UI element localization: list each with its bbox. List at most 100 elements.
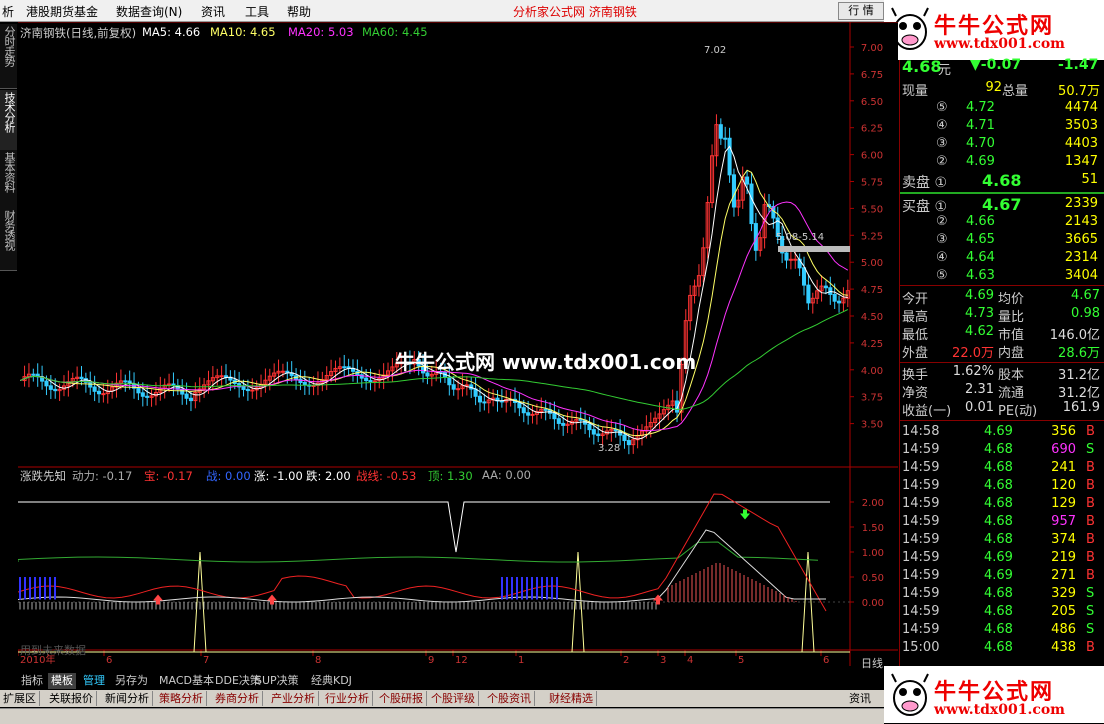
candle-body	[368, 380, 373, 383]
info-tab-9[interactable]: 个股评级	[428, 691, 479, 706]
tick-volume: 120	[1051, 478, 1076, 493]
period-label[interactable]: 日线	[861, 655, 883, 671]
price-tick-label: 7.00	[861, 43, 883, 54]
xianliang-label: 现量	[902, 84, 929, 99]
stat-row: 今开 4.69 均价 4.67	[900, 288, 1100, 307]
ma20-label: MA20: 5.03	[288, 25, 354, 39]
quote-button[interactable]: 行 情	[838, 2, 884, 20]
candle-body	[591, 429, 596, 435]
tick-time: 14:59	[902, 514, 940, 529]
info-tab-right[interactable]: 资讯工	[846, 691, 884, 720]
menu-help[interactable]: 帮助	[287, 3, 311, 20]
zongliang-label: 总量	[1002, 84, 1029, 99]
chart-canvas[interactable]: 7.00 6.75 6.50 6.25 6.00 5.75 5.50 5.25 5.00 4.75…	[18, 22, 898, 666]
order-volume: 4474	[1064, 100, 1098, 115]
stat-value: 161.9	[1062, 400, 1100, 415]
candle-body	[552, 412, 557, 420]
tab-4[interactable]: 另存为	[112, 673, 151, 689]
candle-body	[587, 423, 592, 431]
tick-side: B	[1086, 514, 1095, 529]
indicator-name: 涨跌先知	[20, 469, 66, 483]
menu-news[interactable]: 资讯	[201, 3, 225, 20]
price-tick-label: 4.00	[861, 366, 883, 377]
tab-intraday[interactable]: 分时走势	[0, 24, 17, 89]
menu-analysis[interactable]: 析	[2, 3, 14, 20]
indicator-zhan: 战: 0.00	[206, 469, 251, 483]
tick-volume: 438	[1051, 640, 1076, 655]
price-tick-label: 6.75	[861, 70, 883, 81]
candle-body	[622, 434, 627, 442]
stat-value: 4.73	[965, 306, 994, 321]
price-tick-label: 3.50	[861, 420, 883, 431]
watermark: 牛牛公式网 www.tdx001.com	[395, 350, 697, 374]
date-tick-label: 5	[738, 655, 744, 666]
stat-row: 换手 1.62% 股本 31.2亿	[900, 364, 1100, 383]
menu-data-query[interactable]: 数据查询(N)	[116, 3, 182, 20]
order-volume: 1347	[1064, 154, 1098, 169]
candle-body	[718, 124, 723, 139]
info-tab-1[interactable]: 扩展区	[0, 691, 40, 706]
main-chart[interactable]: 7.00 6.75 6.50 6.25 6.00 5.75 5.50 5.25 5.00 4.75…	[18, 22, 898, 670]
stat-value: 1.62%	[952, 364, 994, 379]
stat-label: 最低	[902, 328, 929, 343]
order-price: 4.68	[982, 171, 1022, 190]
tab-7[interactable]: SUP决策	[252, 673, 302, 689]
candle-body	[561, 422, 566, 426]
tick-price: 4.69	[984, 424, 1013, 439]
info-tab-3[interactable]: 新闻分析	[102, 691, 153, 706]
candle-body	[727, 137, 732, 176]
info-tab-8[interactable]: 个股研报	[376, 691, 427, 706]
book-separator	[900, 192, 1104, 194]
tab-3[interactable]: 管理	[80, 673, 108, 689]
candle-body	[96, 390, 102, 395]
stat-value: 28.6万	[1058, 346, 1100, 361]
tick-row: 14:59 4.68 129 B	[900, 496, 1100, 514]
tick-row: 14:59 4.68 957 B	[900, 514, 1100, 532]
tab-financials[interactable]: 财务透视	[0, 208, 17, 271]
menu-hk-futures-funds[interactable]: 港股期货基金	[26, 3, 98, 20]
tick-volume: 219	[1051, 550, 1076, 565]
stat-row: 收益(一) 0.01 PE(动) 161.9	[900, 400, 1100, 419]
menu-tools[interactable]: 工具	[245, 3, 269, 20]
info-tab-11[interactable]: 财经精选	[546, 691, 597, 706]
candle-body	[521, 407, 526, 414]
tab-2[interactable]: 模板	[48, 673, 76, 689]
candle-body	[180, 388, 185, 395]
info-tab-2[interactable]: 关联报价	[46, 691, 97, 706]
order-volume: 2143	[1064, 214, 1098, 229]
candle-body	[184, 393, 189, 399]
tab-8[interactable]: 经典KDJ	[308, 673, 355, 689]
indicator-zhanxian: 战线: -0.53	[356, 469, 417, 483]
tick-volume: 374	[1051, 532, 1076, 547]
info-tab-6[interactable]: 产业分析	[268, 691, 319, 706]
info-tab-7[interactable]: 行业分析	[322, 691, 373, 706]
stat-value: 31.2亿	[1058, 386, 1100, 401]
order-level: ②	[936, 154, 948, 169]
stock-name: 济南钢铁(日线,前复权)	[20, 26, 137, 40]
order-level: 买盘 ①	[902, 199, 948, 215]
tick-volume: 957	[1051, 514, 1076, 529]
stat-value: 4.62	[965, 324, 994, 339]
info-tab-4[interactable]: 策略分析	[156, 691, 207, 706]
stat-label: 收益(一)	[902, 404, 952, 419]
stat-value: 22.0万	[952, 346, 994, 361]
tab-technical[interactable]: 技术分析	[0, 90, 17, 155]
info-tab-10[interactable]: 个股资讯	[484, 691, 535, 706]
candle-body	[92, 386, 97, 392]
price-tick-label: 6.00	[861, 151, 883, 162]
current-price: 4.68	[902, 57, 942, 76]
candle-body	[44, 380, 49, 387]
order-price: 4.71	[966, 118, 995, 133]
tab-fundamentals[interactable]: 基本资料	[0, 150, 17, 213]
price-tick-label: 3.75	[861, 393, 883, 404]
tab-5[interactable]: MACD基本	[156, 673, 217, 689]
tick-side: B	[1086, 424, 1095, 439]
candle-body	[788, 258, 793, 261]
order-price: 4.67	[982, 195, 1022, 214]
tick-row: 14:59 4.68 374 B	[900, 532, 1100, 550]
info-tab-5[interactable]: 券商分析	[212, 691, 263, 706]
order-price: 4.63	[966, 268, 995, 283]
logo-bottom: 牛牛公式网 www.tdx001.com	[884, 666, 1104, 723]
cow-logo-icon	[891, 673, 929, 716]
tab-1[interactable]: 指标	[18, 673, 46, 689]
